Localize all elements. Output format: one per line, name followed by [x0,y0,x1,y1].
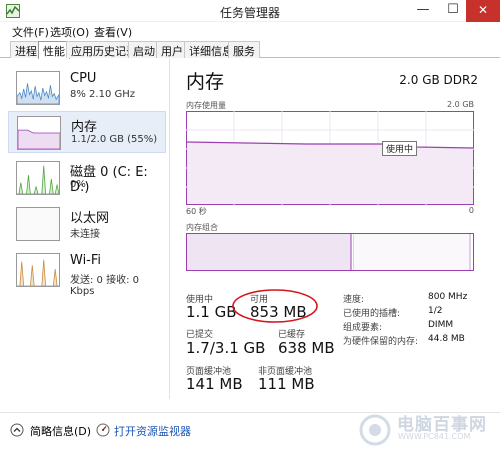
memory-detail-panel: 内存 2.0 GB DDR2 内存使用量 2.0 GB 使用中 60 秒 0 内… [178,59,498,399]
speed-key: 速度: [343,295,365,305]
sidebar-item-label: CPU [70,71,97,86]
sidebar-item-sub: 未连接 [70,229,100,240]
sidebar-item-label: Wi-Fi [70,253,102,268]
menu-view[interactable]: 查看(V) [94,24,132,40]
chevron-up-icon[interactable] [10,423,24,437]
wifi-thumbnail-graph [16,253,60,287]
menu-file[interactable]: 文件(F) [12,24,49,40]
sidebar-item-sub: 1.1/2.0 GB (55%) [71,134,158,145]
sidebar-item-memory[interactable]: 内存 1.1/2.0 GB (55%) [8,111,166,153]
form-factor-key: 组成要素: [343,323,383,333]
time-axis-right: 0 [468,206,474,215]
resource-sidebar: CPU 8% 2.10 GHz 内存 1.1/2.0 GB (55%) 磁盘 0… [0,59,170,399]
tab-bar: 进程 性能 应用历史记录 启动 用户 详细信息 服务 [0,40,500,59]
annotation-circle [232,289,318,323]
ethernet-thumbnail-graph [16,207,60,241]
sidebar-item-ethernet[interactable]: 以太网 未连接 [8,203,166,245]
usage-chart-label: 内存使用量 [186,101,226,110]
disk-thumbnail-graph [16,161,60,195]
memory-usage-graph [186,111,474,205]
sidebar-item-cpu[interactable]: CPU 8% 2.10 GHz [8,67,166,109]
menu-options[interactable]: 选项(O) [50,24,89,40]
cpu-thumbnail-graph [16,71,60,105]
menu-bar: 文件(F) 选项(O) 查看(V) [0,22,500,40]
tab-services[interactable]: 服务 [228,41,260,58]
time-axis-left: 60 秒 [186,207,207,216]
sidebar-item-label: 内存 [71,120,98,135]
watermark-url: WWW.PC841.COM [398,432,471,441]
page-title: 内存 [186,71,225,93]
resource-monitor-icon [96,423,110,437]
open-resource-monitor-link[interactable]: 打开资源监视器 [114,423,191,439]
composition-label: 内存组合 [186,223,218,232]
sidebar-item-sub: 0% [70,179,86,190]
paged-pool-value: 141 MB [186,375,243,393]
sidebar-item-disk[interactable]: 磁盘 0 (C: E: D:) 0% [8,157,166,199]
sidebar-item-sub: 发送: 0 接收: 0 Kbps [70,275,139,297]
minimize-button[interactable]: — [408,0,438,22]
sidebar-item-sub: 8% 2.10 GHz [70,89,136,100]
title-bar: 任务管理器 — ☐ ✕ [0,0,500,22]
speed-value: 800 MHz [428,292,468,302]
usage-tooltip: 使用中 [382,141,418,156]
form-factor-value: DIMM [428,320,454,330]
slots-value: 1/2 [428,306,443,316]
nonpaged-pool-value: 111 MB [258,375,315,393]
hardware-reserved-value: 44.8 MB [428,334,465,344]
memory-spec: 2.0 GB DDR2 [399,73,478,87]
in-use-value: 1.1 GB [186,303,237,321]
memory-composition-bar [186,233,474,271]
cached-value: 638 MB [278,339,335,357]
fewer-details-button[interactable]: 简略信息(D) [30,423,91,439]
maximize-button[interactable]: ☐ [438,0,468,22]
sidebar-item-label: 以太网 [70,211,110,226]
hardware-reserved-key: 为硬件保留的内存: [343,337,419,347]
usage-chart-max: 2.0 GB [447,100,474,109]
committed-value: 1.7/3.1 GB [186,339,266,357]
close-button[interactable]: ✕ [466,0,500,22]
sidebar-item-wifi[interactable]: Wi-Fi 发送: 0 接收: 0 Kbps [8,249,166,297]
slots-key: 已使用的插槽: [343,309,401,319]
memory-thumbnail-graph [17,116,61,150]
